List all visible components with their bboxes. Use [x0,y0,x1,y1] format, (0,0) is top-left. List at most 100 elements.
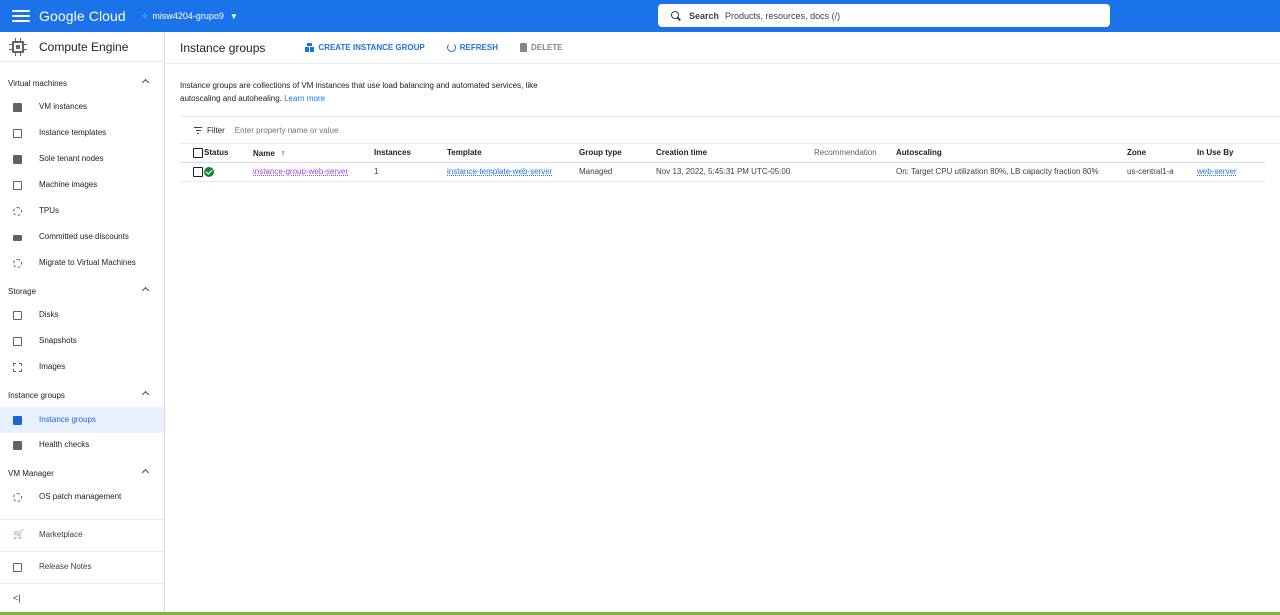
instance-templates-icon [13,129,22,138]
check-circle-icon [204,166,214,177]
search-label: Search [689,10,720,21]
release-notes-icon [13,563,22,572]
tpu-icon [13,207,22,216]
sidebar-item-instance-groups[interactable]: Instance groups [0,407,164,433]
recommendation-cell [814,162,896,182]
refresh-button[interactable]: REFRESH [446,43,498,52]
sidebar-item-sole-tenant-nodes[interactable]: Sole tenant nodes [0,147,164,171]
sidebar-item-label: Health checks [39,440,90,449]
sidebar-item-vm-instances[interactable]: VM instances [0,95,164,119]
filter-icon [194,126,202,134]
column-instances[interactable]: Instances [374,144,447,163]
sidebar-item-images[interactable]: Images [0,355,164,379]
creation-time-cell: Nov 13, 2022, 5:45:31 PM UTC-05:00 [656,162,814,182]
sidebar-item-label: Machine images [39,180,98,189]
create-label: CREATE INSTANCE GROUP [318,43,425,52]
create-instance-group-button[interactable]: CREATE INSTANCE GROUP [305,43,425,52]
status-cell [203,162,253,182]
sidebar-item-committed-use-discounts[interactable]: Committed use discounts [0,225,164,249]
images-icon [13,363,22,372]
arrow-up-icon: ↑ [280,147,286,158]
section-instance-groups[interactable]: Instance groups [0,384,164,406]
column-status[interactable]: Status [203,144,253,163]
section-virtual-machines[interactable]: Virtual machines [0,72,164,94]
column-in-use-by[interactable]: In Use By [1197,144,1265,163]
instance-group-link[interactable]: instance-group-web-server [253,167,348,176]
description-text: Instance groups are collections of VM in… [180,81,538,103]
sidebar-item-label: Images [39,362,66,371]
sidebar-item-health-checks[interactable]: Health checks [0,433,164,457]
row-select-cell [180,162,203,182]
main-content: Instance groups CREATE INSTANCE GROUP RE… [165,32,1280,615]
cart-icon: 🛒 [13,529,25,539]
sidebar-item-migrate-to-vms[interactable]: Migrate to Virtual Machines [0,251,164,275]
caret-down-icon: ▼ [229,11,238,21]
sidebar-item-label: Sole tenant nodes [39,154,104,163]
product-title: Compute Engine [39,39,129,54]
column-template[interactable]: Template [447,144,579,163]
column-creation-time[interactable]: Creation time [656,144,814,163]
health-checks-icon [13,441,22,450]
column-name-label: Name [253,148,275,158]
search-input[interactable]: Products, resources, docs (/) [725,11,840,21]
section-label: Virtual machines [8,78,67,88]
disk-icon [13,311,22,320]
column-autoscaling[interactable]: Autoscaling [896,144,1127,163]
sidebar-item-machine-images[interactable]: Machine images [0,173,164,197]
sidebar-item-release-notes[interactable]: Release Notes [0,552,164,582]
sidebar: Compute Engine Virtual machines VM insta… [0,32,165,615]
filter-input[interactable] [234,125,535,135]
sidebar-divider [0,583,164,584]
sidebar-item-label: Marketplace [39,530,83,539]
select-all-checkbox[interactable] [193,147,203,158]
template-link[interactable]: instance-template-web-server [447,167,552,176]
column-name[interactable]: Name ↑ [253,144,374,163]
collapse-sidebar-button[interactable]: <| [13,593,21,603]
sidebar-item-label: Instance groups [39,415,96,424]
instance-groups-table: Status Name ↑ Instances Template Group ty… [180,144,1265,182]
sidebar-item-marketplace[interactable]: 🛒 Marketplace [0,520,164,550]
sidebar-item-instance-templates[interactable]: Instance templates [0,121,164,145]
section-label: VM Manager [8,468,54,478]
column-zone[interactable]: Zone [1127,144,1197,163]
discount-icon [13,235,22,241]
table-row: instance-group-web-server 1 instance-tem… [180,162,1265,182]
google-cloud-logo[interactable]: Google Cloud [39,8,126,24]
sidebar-item-os-patch-management[interactable]: OS patch management [0,485,164,509]
sidebar-item-label: Migrate to Virtual Machines [39,258,136,267]
sidebar-header: Compute Engine [0,32,164,62]
section-label: Instance groups [8,390,65,400]
row-checkbox[interactable] [193,166,203,177]
column-recommendation[interactable]: Recommendation [814,144,896,163]
page-toolbar: Instance groups CREATE INSTANCE GROUP RE… [165,32,1280,64]
sidebar-item-tpus[interactable]: TPUs [0,199,164,223]
chevron-up-icon [141,468,150,477]
sidebar-item-label: Release Notes [39,562,92,571]
delete-label: DELETE [531,43,563,52]
select-all-cell [180,144,203,163]
section-storage[interactable]: Storage [0,280,164,302]
section-vm-manager[interactable]: VM Manager [0,462,164,484]
snapshot-icon [13,337,22,346]
group-type-cell: Managed [579,162,656,182]
name-cell: instance-group-web-server [253,162,374,182]
menu-icon[interactable] [12,10,30,22]
search-bar[interactable]: Search Products, resources, docs (/) [658,4,1110,27]
chevron-up-icon [141,286,150,295]
search-icon [671,10,681,21]
project-name: misw4204-grupo9 [152,11,224,21]
sole-tenant-nodes-icon [13,155,22,164]
os-patch-icon [13,493,22,502]
in-use-by-link[interactable]: web-server [1197,167,1237,176]
migrate-icon [13,259,22,268]
column-group-type[interactable]: Group type [579,144,656,163]
top-app-bar: Google Cloud ⁘ misw4204-grupo9 ▼ Search … [0,0,1280,32]
table-header-row: Status Name ↑ Instances Template Group ty… [180,144,1265,163]
project-selector[interactable]: ⁘ misw4204-grupo9 ▼ [141,11,238,22]
chevron-up-icon [141,78,150,87]
learn-more-link[interactable]: Learn more [284,94,325,103]
sidebar-item-disks[interactable]: Disks [0,303,164,327]
sidebar-item-snapshots[interactable]: Snapshots [0,329,164,353]
refresh-icon [446,43,456,52]
delete-button[interactable]: DELETE [520,43,563,52]
